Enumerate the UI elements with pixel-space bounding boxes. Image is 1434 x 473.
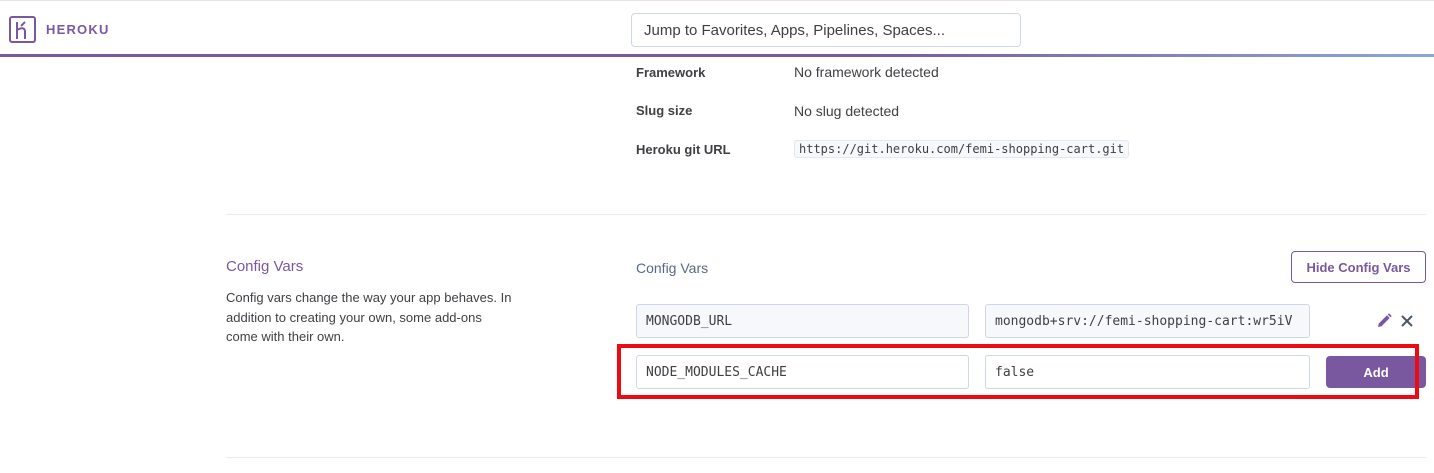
- section-divider: [226, 214, 1426, 215]
- config-vars-heading: Config Vars: [636, 260, 709, 276]
- section-divider-bottom: [226, 457, 1426, 458]
- heroku-logo-icon: [9, 16, 36, 43]
- heroku-logo[interactable]: HEROKU: [9, 16, 110, 43]
- new-config-var-value-field[interactable]: [985, 355, 1310, 389]
- git-url-label: Heroku git URL: [636, 142, 731, 157]
- config-vars-description: Config vars change the way your app beha…: [226, 290, 512, 344]
- new-config-var-key-field[interactable]: [636, 355, 969, 389]
- slug-size-value: No slug detected: [794, 103, 900, 119]
- config-var-key-field[interactable]: [636, 304, 969, 338]
- add-config-var-button[interactable]: Add: [1326, 356, 1426, 388]
- close-icon[interactable]: [1399, 312, 1415, 330]
- git-url-value[interactable]: https://git.heroku.com/femi-shopping-car…: [794, 140, 1130, 158]
- slug-size-label: Slug size: [636, 103, 693, 118]
- config-var-value-field[interactable]: [985, 304, 1310, 338]
- brand-name: HEROKU: [46, 22, 110, 37]
- pencil-icon[interactable]: [1375, 312, 1393, 330]
- search-input[interactable]: [631, 13, 1021, 47]
- hide-config-vars-button[interactable]: Hide Config Vars: [1291, 251, 1426, 283]
- top-header: HEROKU: [0, 0, 1434, 56]
- header-accent-line: [0, 54, 1434, 57]
- config-vars-section-title: Config Vars: [226, 258, 304, 275]
- framework-label: Framework: [636, 65, 706, 80]
- framework-value: No framework detected: [794, 64, 939, 80]
